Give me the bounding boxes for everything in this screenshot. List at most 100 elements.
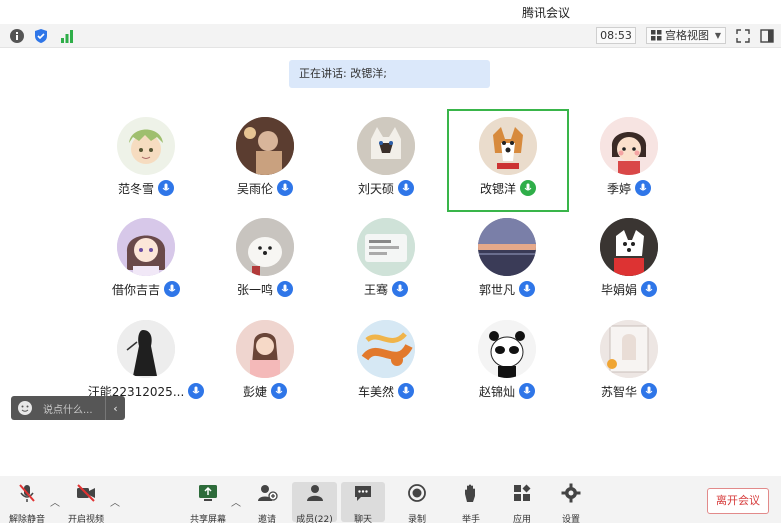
add-user-icon <box>258 485 278 501</box>
avatar <box>357 218 415 276</box>
participant-name: 王骞 <box>363 282 388 297</box>
participant-tile[interactable]: 刘天硕 <box>326 110 446 210</box>
participant-tile[interactable]: 王骞 <box>326 211 446 311</box>
share-screen-button[interactable]: 共享屏幕 <box>186 482 230 523</box>
video-options-chevron-icon[interactable]: ︿ <box>110 494 120 509</box>
camera-off-icon <box>77 484 95 502</box>
participant-tile[interactable]: 季婷 <box>569 110 689 210</box>
microphone-speaking-icon <box>520 180 536 196</box>
participant-name: 改锶洋 <box>479 181 516 196</box>
participant-name: 刘天硕 <box>357 181 394 196</box>
record-icon <box>408 484 426 502</box>
participant-tile[interactable]: 彭婕 <box>205 313 325 413</box>
members-icon <box>306 485 323 501</box>
microphone-icon <box>164 281 180 297</box>
avatar <box>600 117 658 175</box>
participant-tile[interactable]: 车美然 <box>326 313 446 413</box>
avatar <box>600 320 658 378</box>
view-mode-label: 宫格视图 <box>665 29 709 42</box>
title-bar: 腾讯会议 <box>0 0 781 24</box>
start-video-button[interactable]: 开启视频 <box>64 482 108 523</box>
apps-label: 应用 <box>512 515 531 523</box>
avatar <box>357 117 415 175</box>
microphone-icon <box>277 281 293 297</box>
settings-label: 设置 <box>561 515 580 523</box>
participant-name: 吴雨伦 <box>236 181 273 196</box>
avatar <box>117 117 175 175</box>
participant-name: 彭婕 <box>242 384 267 399</box>
raise-hand-label: 举手 <box>461 515 480 523</box>
participant-tile[interactable]: 郭世凡 <box>447 211 567 311</box>
chat-label: 聊天 <box>353 515 372 523</box>
chevron-down-icon: ▼ <box>714 31 721 40</box>
shield-icon[interactable] <box>32 27 50 45</box>
grid-icon <box>651 30 662 41</box>
participant-name: 苏智华 <box>600 384 637 399</box>
speaking-banner: 正在讲话: 改锶洋; <box>289 60 490 88</box>
participant-tile[interactable]: 张一鸣 <box>205 211 325 311</box>
microphone-muted-icon <box>19 484 35 502</box>
members-label: 成员(22) <box>296 515 333 523</box>
invite-label: 邀请 <box>257 515 276 523</box>
audio-options-chevron-icon[interactable]: ︿ <box>50 494 60 509</box>
participant-name: 车美然 <box>357 384 394 399</box>
chat-button[interactable]: 聊天 <box>341 482 385 523</box>
info-icon[interactable] <box>8 27 26 45</box>
avatar <box>478 218 536 276</box>
gear-icon <box>561 483 581 503</box>
apps-icon <box>514 484 531 501</box>
participant-name: 季婷 <box>606 181 631 196</box>
participant-tile[interactable]: 毕娟娟 <box>569 211 689 311</box>
invite-button[interactable]: 邀请 <box>245 482 289 523</box>
participant-name: 毕娟娟 <box>600 282 637 297</box>
avatar <box>117 320 175 378</box>
members-button[interactable]: 成员(22) <box>292 482 337 523</box>
raise-hand-button[interactable]: 举手 <box>449 482 493 523</box>
share-screen-icon <box>199 485 217 501</box>
chat-icon <box>355 486 371 501</box>
chat-placeholder[interactable]: 说点什么... <box>43 401 105 416</box>
record-button[interactable]: 录制 <box>395 482 439 523</box>
participant-tile[interactable]: 苏智华 <box>569 313 689 413</box>
participant-tile[interactable]: 借你吉吉 <box>86 211 206 311</box>
share-options-chevron-icon[interactable]: ︿ <box>231 494 241 509</box>
participant-name: 借你吉吉 <box>111 282 160 297</box>
participant-name: 张一鸣 <box>236 282 273 297</box>
start-video-label: 开启视频 <box>67 515 104 523</box>
microphone-icon <box>188 383 205 399</box>
avatar <box>117 218 175 276</box>
view-mode-select[interactable]: 宫格视图 ▼ <box>646 27 726 44</box>
apps-button[interactable]: 应用 <box>500 482 544 523</box>
microphone-icon <box>392 281 408 297</box>
participant-tile[interactable]: 赵锦灿 <box>447 313 567 413</box>
microphone-icon <box>398 180 414 196</box>
window-title: 腾讯会议 <box>522 6 571 20</box>
participant-tile[interactable]: 吴雨伦 <box>205 110 325 210</box>
avatar <box>236 117 294 175</box>
unmute-label: 解除静音 <box>8 515 45 523</box>
leave-meeting-button[interactable]: 离开会议 <box>707 488 769 514</box>
bottom-toolbar: 解除静音 ︿ 开启视频 ︿ 共享屏幕 ︿ 邀请 成员(22) 聊天 录制 举手 … <box>0 476 781 523</box>
microphone-icon <box>519 383 535 399</box>
participant-tile[interactable]: 范冬雪 <box>86 110 206 210</box>
avatar <box>600 218 658 276</box>
microphone-icon <box>398 383 414 399</box>
hand-icon <box>465 484 475 502</box>
fullscreen-icon[interactable] <box>734 27 752 45</box>
microphone-icon <box>277 180 293 196</box>
microphone-icon <box>158 180 174 196</box>
record-label: 录制 <box>407 515 426 523</box>
avatar <box>357 320 415 378</box>
avatar <box>236 218 294 276</box>
signal-icon[interactable] <box>58 27 76 45</box>
microphone-icon <box>271 383 287 399</box>
avatar <box>478 320 536 378</box>
collapse-chat-icon[interactable]: ‹ <box>105 396 125 420</box>
emoji-icon[interactable] <box>17 400 33 416</box>
sidebar-toggle-icon[interactable] <box>758 27 776 45</box>
unmute-button[interactable]: 解除静音 <box>5 482 49 523</box>
chat-quick-input[interactable]: 说点什么... ‹ <box>11 396 125 420</box>
participant-tile-active-speaker[interactable]: 改锶洋 <box>447 109 569 212</box>
settings-button[interactable]: 设置 <box>549 482 593 523</box>
avatar <box>236 320 294 378</box>
